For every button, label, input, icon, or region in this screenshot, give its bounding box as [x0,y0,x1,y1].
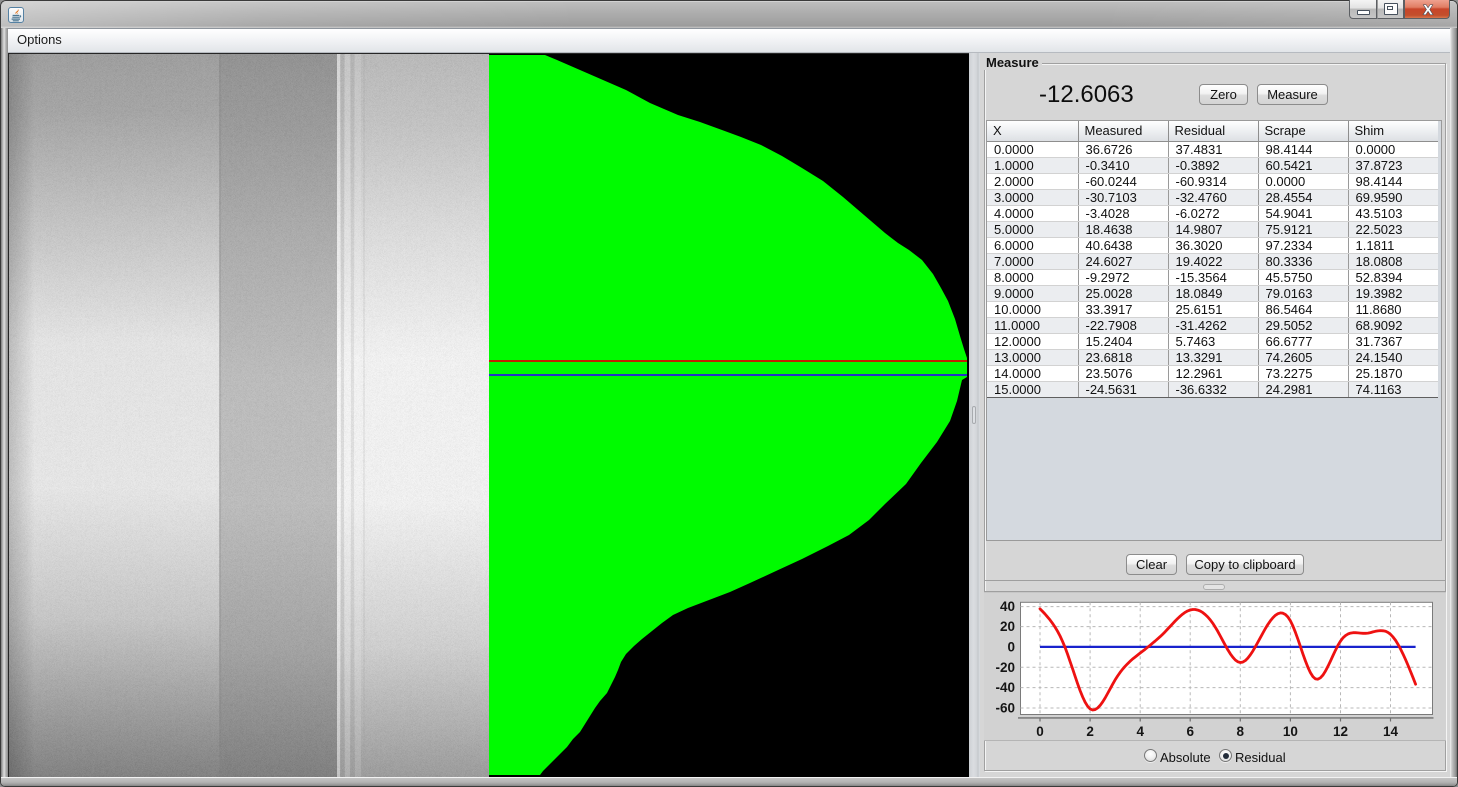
svg-text:8: 8 [1237,724,1245,739]
svg-text:X: X [1423,2,1433,18]
svg-text:4: 4 [1136,724,1144,739]
svg-text:2: 2 [1086,724,1094,739]
svg-text:0: 0 [1007,640,1015,655]
svg-text:12: 12 [1333,724,1348,739]
svg-text:40: 40 [1000,599,1015,614]
svg-text:-60: -60 [995,701,1015,716]
svg-text:10: 10 [1283,724,1298,739]
svg-text:0: 0 [1036,724,1044,739]
svg-text:-40: -40 [995,680,1015,695]
svg-text:20: 20 [1000,619,1015,634]
svg-text:14: 14 [1383,724,1399,739]
svg-text:-20: -20 [995,660,1015,675]
svg-text:6: 6 [1186,724,1194,739]
